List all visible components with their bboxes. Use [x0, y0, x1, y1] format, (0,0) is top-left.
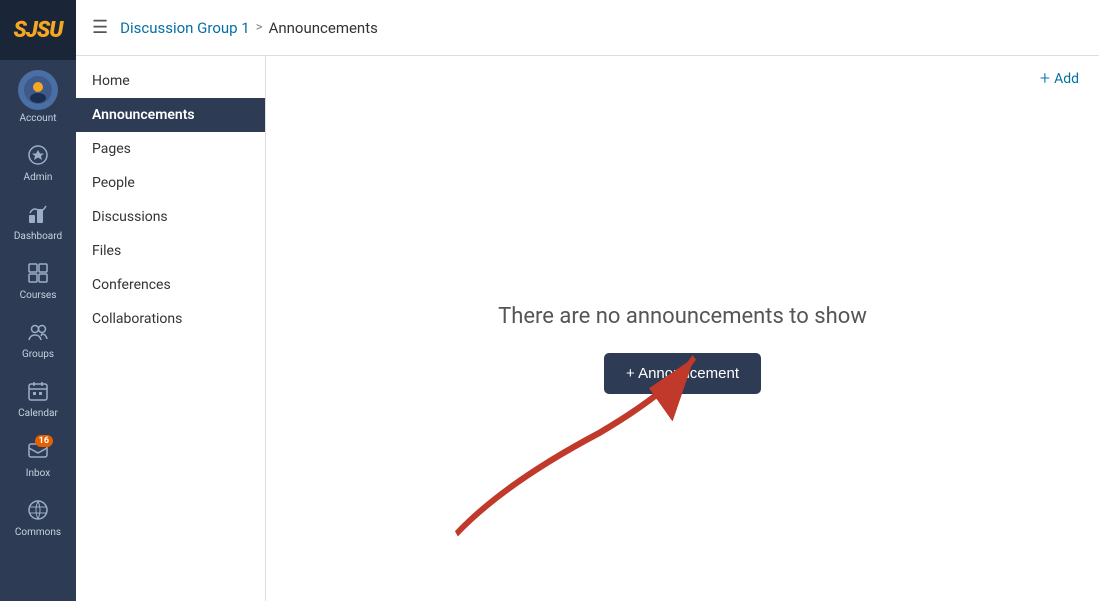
breadcrumb-current: Announcements — [269, 19, 378, 37]
courses-icon — [27, 262, 49, 287]
sidebar-nav-conferences[interactable]: Conferences — [76, 268, 265, 302]
sidebar-nav-collaborations[interactable]: Collaborations — [76, 302, 265, 336]
empty-state: There are no announcements to show + Ann… — [266, 97, 1099, 601]
course-sidebar: Home Announcements Pages People Discussi… — [76, 56, 266, 601]
add-plus-icon: + — [1040, 68, 1050, 89]
sidebar-item-dashboard[interactable]: Dashboard — [0, 193, 76, 252]
sidebar-nav-announcements[interactable]: Announcements — [76, 98, 265, 132]
sjsu-logo[interactable]: SJSU — [0, 0, 76, 60]
add-link[interactable]: + Add — [1040, 68, 1079, 89]
sidebar-item-calendar[interactable]: Calendar — [0, 370, 76, 429]
empty-message: There are no announcements to show — [498, 304, 867, 329]
sidebar-nav-people[interactable]: People — [76, 166, 265, 200]
sidebar-nav-home[interactable]: Home — [76, 64, 265, 98]
left-nav: SJSU Account Admin — [0, 0, 76, 601]
breadcrumb-link[interactable]: Discussion Group 1 — [120, 19, 250, 37]
main-area: ☰ Discussion Group 1 > Announcements Hom… — [76, 0, 1099, 601]
calendar-label: Calendar — [18, 408, 58, 419]
admin-label: Admin — [24, 172, 53, 183]
sidebar-item-commons[interactable]: Commons — [0, 489, 76, 548]
sidebar-nav-pages[interactable]: Pages — [76, 132, 265, 166]
inbox-label: Inbox — [26, 468, 50, 479]
sidebar-item-groups[interactable]: Groups — [0, 311, 76, 370]
arrow-annotation — [266, 97, 1099, 601]
page-header: + Add — [266, 56, 1099, 97]
sidebar-item-admin[interactable]: Admin — [0, 134, 76, 193]
account-label: Account — [19, 113, 56, 124]
inbox-badge: 16 — [35, 435, 53, 447]
top-bar: ☰ Discussion Group 1 > Announcements — [76, 0, 1099, 56]
sidebar-item-inbox[interactable]: 16 Inbox — [0, 429, 76, 489]
avatar-icon — [18, 70, 58, 110]
dashboard-label: Dashboard — [14, 231, 62, 242]
sidebar-nav-files[interactable]: Files — [76, 234, 265, 268]
breadcrumb: Discussion Group 1 > Announcements — [120, 19, 378, 37]
page-content: + Add There are no announcements to show… — [266, 56, 1099, 601]
groups-icon — [27, 321, 49, 346]
sidebar-item-courses[interactable]: Courses — [0, 252, 76, 311]
commons-icon — [27, 499, 49, 524]
breadcrumb-separator: > — [256, 20, 263, 35]
add-announcement-button[interactable]: + Announcement — [604, 353, 761, 394]
sjsu-logo-text: SJSU — [14, 18, 63, 43]
commons-label: Commons — [15, 527, 61, 538]
add-label: Add — [1054, 71, 1079, 87]
admin-icon — [27, 144, 49, 169]
calendar-icon — [27, 380, 49, 405]
inbox-wrap: 16 — [27, 439, 49, 465]
hamburger-icon[interactable]: ☰ — [92, 17, 108, 38]
content-row: Home Announcements Pages People Discussi… — [76, 56, 1099, 601]
sidebar-item-account[interactable]: Account — [0, 60, 76, 134]
dashboard-icon — [27, 203, 49, 228]
courses-label: Courses — [20, 290, 57, 301]
groups-label: Groups — [22, 349, 54, 360]
sidebar-nav-discussions[interactable]: Discussions — [76, 200, 265, 234]
